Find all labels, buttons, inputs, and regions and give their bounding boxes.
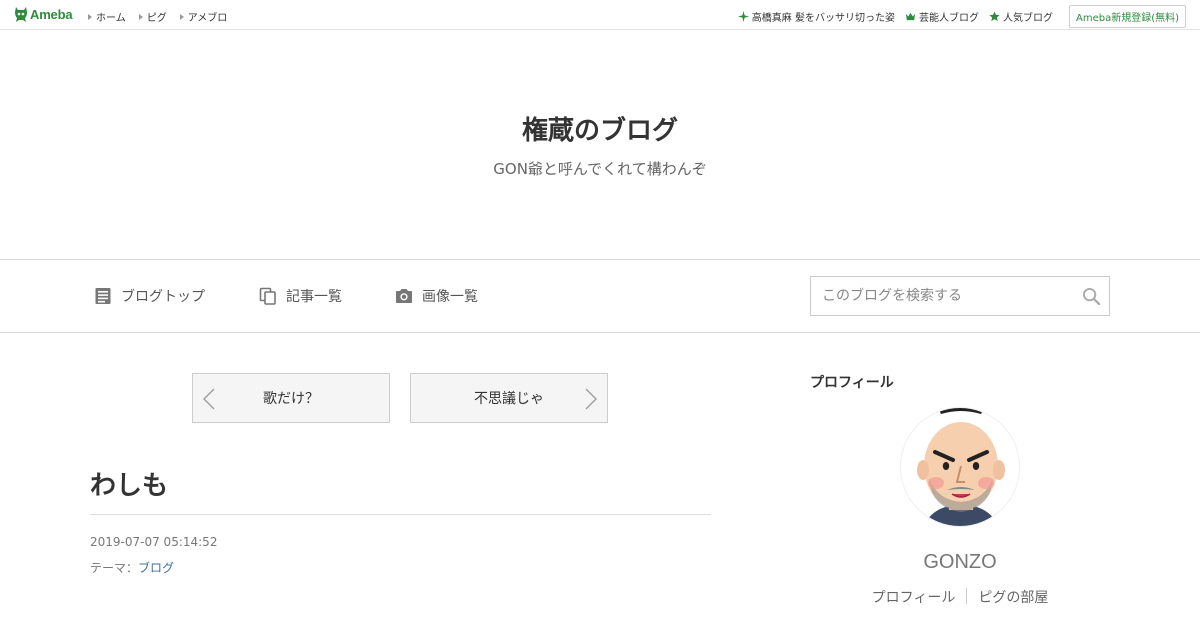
avatar[interactable] [900, 407, 1020, 527]
sparkle-icon [737, 11, 749, 22]
profile-links: プロフィール ピグの部屋 [810, 587, 1110, 607]
blog-search [810, 276, 1110, 316]
top-nav-home[interactable]: ホーム [88, 9, 126, 24]
pigg-room-link[interactable]: ピグの部屋 [978, 587, 1048, 607]
trending-label: 高橋真麻 髪をバッサリ切った姿 [751, 13, 895, 24]
copy-icon [259, 287, 276, 305]
top-nav-label: アメブロ [187, 13, 228, 24]
camera-icon [396, 289, 412, 303]
popular-blog-link[interactable]: 人気ブログ [989, 9, 1053, 24]
profile-link[interactable]: プロフィール [872, 587, 956, 607]
top-right-links: 高橋真麻 髪をバッサリ切った姿 芸能人ブログ 人気ブログ Ameba新規登録(無… [737, 5, 1186, 28]
next-article-label: 不思議じゃ [474, 391, 544, 407]
article-divider [90, 514, 711, 515]
avatar-illustration [901, 408, 1019, 526]
nav-label: 記事一覧 [286, 289, 342, 305]
theme-link[interactable]: ブログ [138, 561, 174, 575]
prev-article-button[interactable]: 歌だけ？ [192, 373, 390, 423]
search-input[interactable] [811, 277, 1061, 315]
search-icon[interactable] [1082, 287, 1101, 306]
celebrity-blog-link[interactable]: 芸能人ブログ [905, 9, 979, 24]
register-button[interactable]: Ameba新規登録(無料) [1068, 5, 1186, 28]
nav-blog-top[interactable]: ブログトップ [94, 286, 205, 306]
prev-article-label: 歌だけ？ [263, 391, 319, 407]
nav-label: 画像一覧 [422, 289, 478, 305]
star-icon [989, 11, 1000, 22]
nav-article-list[interactable]: 記事一覧 [259, 286, 342, 306]
nav-label: ブログトップ [121, 289, 205, 305]
article-date: 2019-07-07 05:14:52 [90, 535, 218, 549]
logo-text: Ameba [30, 7, 73, 22]
profile-name[interactable]: GONZO [810, 551, 1110, 574]
top-nav-label: ピグ [146, 13, 167, 24]
link-separator [966, 588, 968, 604]
blog-title[interactable]: 権蔵のブログ [0, 110, 1200, 147]
popular-blog-label: 人気ブログ [1002, 13, 1053, 24]
theme-prefix: テーマ： [90, 561, 139, 575]
top-nav: ホーム ピグ アメブロ [88, 9, 240, 24]
blog-subtitle: GON爺と呼んでくれて構わんぞ [493, 160, 707, 178]
triangle-right-icon [179, 13, 184, 20]
triangle-right-icon [88, 13, 92, 20]
profile-heading: プロフィール [810, 375, 894, 391]
nav-image-list[interactable]: 画像一覧 [395, 286, 478, 306]
chevron-right-icon [585, 388, 597, 410]
ameba-logo[interactable]: Ameba [14, 6, 73, 23]
top-bar: Ameba ホーム ピグ アメブロ 高橋真麻 髪をバッサリ切った姿 芸能人ブログ… [0, 0, 1200, 30]
article-title[interactable]: わしも [90, 465, 168, 502]
document-icon [95, 288, 111, 304]
next-article-button[interactable]: 不思議じゃ [410, 373, 608, 423]
top-nav-pigg[interactable]: ピグ [138, 9, 167, 24]
crown-icon [905, 12, 916, 21]
article-theme: テーマ：ブログ [90, 559, 174, 576]
ameba-logo-icon [15, 7, 27, 22]
top-nav-ameblo[interactable]: アメブロ [179, 9, 228, 24]
celebrity-blog-label: 芸能人ブログ [918, 13, 979, 24]
top-nav-label: ホーム [96, 13, 126, 24]
chevron-left-icon [203, 388, 215, 410]
trending-link[interactable]: 高橋真麻 髪をバッサリ切った姿 [737, 9, 895, 24]
blog-nav: ブログトップ 記事一覧 画像一覧 [0, 259, 1200, 333]
triangle-right-icon [138, 13, 143, 20]
